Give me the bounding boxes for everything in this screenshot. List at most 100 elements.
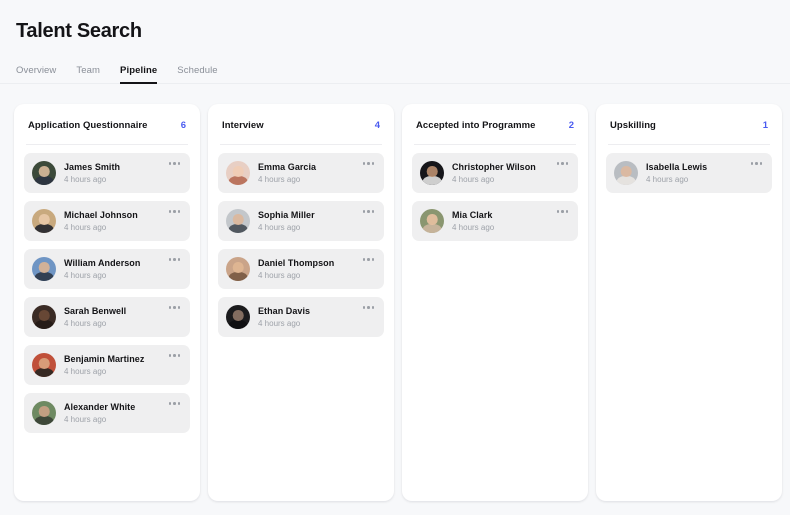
- candidate-name: Mia Clark: [452, 210, 493, 220]
- more-options-icon[interactable]: [167, 400, 183, 407]
- more-options-icon[interactable]: [167, 160, 183, 167]
- candidate-meta: Daniel Thompson 4 hours ago: [258, 257, 334, 281]
- more-options-icon[interactable]: [361, 304, 377, 311]
- candidate-timestamp: 4 hours ago: [646, 175, 689, 184]
- more-options-icon[interactable]: [167, 208, 183, 215]
- more-options-icon[interactable]: [167, 352, 183, 359]
- candidate-timestamp: 4 hours ago: [258, 175, 301, 184]
- tab-bar: Overview Team Pipeline Schedule: [0, 58, 790, 84]
- app-page: Talent Search Overview Team Pipeline Schedu…: [0, 0, 790, 515]
- candidate-name: Benjamin Martinez: [64, 354, 145, 364]
- column-title: Interview: [222, 119, 264, 131]
- candidate-name: Michael Johnson: [64, 210, 138, 220]
- column-count-badge: 4: [374, 119, 380, 131]
- candidate-card[interactable]: Michael Johnson 4 hours ago: [24, 201, 190, 241]
- candidate-card[interactable]: Emma Garcia 4 hours ago: [218, 153, 384, 193]
- candidate-name: Isabella Lewis: [646, 162, 708, 172]
- candidate-meta: Sophia Miller 4 hours ago: [258, 209, 315, 233]
- candidate-meta: Benjamin Martinez 4 hours ago: [64, 353, 144, 377]
- candidate-timestamp: 4 hours ago: [452, 175, 495, 184]
- more-options-icon[interactable]: [555, 208, 571, 215]
- avatar: [614, 161, 638, 185]
- candidate-timestamp: 4 hours ago: [64, 175, 107, 184]
- page-title: Talent Search: [16, 20, 142, 42]
- more-options-icon[interactable]: [361, 208, 377, 215]
- candidate-card[interactable]: Isabella Lewis 4 hours ago: [606, 153, 772, 193]
- column-divider: [414, 144, 576, 145]
- candidate-timestamp: 4 hours ago: [452, 223, 495, 232]
- tab-team[interactable]: Team: [76, 65, 100, 84]
- column-count-badge: 6: [180, 119, 186, 131]
- card-list: Christopher Wilson 4 hours ago Mia Clark 4 …: [412, 153, 578, 241]
- tab-overview[interactable]: Overview: [16, 65, 56, 84]
- candidate-name: Sophia Miller: [258, 210, 315, 220]
- column-divider: [220, 144, 382, 145]
- candidate-timestamp: 4 hours ago: [64, 415, 107, 424]
- avatar: [32, 257, 56, 281]
- candidate-meta: Sarah Benwell 4 hours ago: [64, 305, 126, 329]
- column-header: Accepted into Programme 2: [412, 116, 578, 134]
- candidate-timestamp: 4 hours ago: [64, 367, 107, 376]
- candidate-timestamp: 4 hours ago: [258, 319, 301, 328]
- column-divider: [608, 144, 770, 145]
- more-options-icon[interactable]: [749, 160, 765, 167]
- candidate-card[interactable]: Benjamin Martinez 4 hours ago: [24, 345, 190, 385]
- candidate-name: Emma Garcia: [258, 162, 317, 172]
- avatar: [32, 161, 56, 185]
- more-options-icon[interactable]: [167, 256, 183, 263]
- more-options-icon[interactable]: [361, 160, 377, 167]
- candidate-meta: Isabella Lewis 4 hours ago: [646, 161, 707, 185]
- candidate-name: Ethan Davis: [258, 306, 311, 316]
- column-count-badge: 2: [568, 119, 574, 131]
- candidate-timestamp: 4 hours ago: [64, 319, 107, 328]
- more-options-icon[interactable]: [555, 160, 571, 167]
- candidate-timestamp: 4 hours ago: [258, 271, 301, 280]
- candidate-name: Alexander White: [64, 402, 136, 412]
- avatar: [420, 161, 444, 185]
- avatar: [420, 209, 444, 233]
- column-title: Upskilling: [610, 119, 656, 131]
- more-options-icon[interactable]: [167, 304, 183, 311]
- candidate-name: William Anderson: [64, 258, 141, 268]
- column-count-badge: 1: [762, 119, 768, 131]
- board-column: Accepted into Programme 2 Christopher Wils…: [402, 104, 588, 501]
- candidate-meta: Emma Garcia 4 hours ago: [258, 161, 316, 185]
- avatar: [226, 161, 250, 185]
- candidate-name: Sarah Benwell: [64, 306, 127, 316]
- candidate-meta: Christopher Wilson 4 hours ago: [452, 161, 536, 185]
- column-header: Upskilling 1: [606, 116, 772, 134]
- card-list: Isabella Lewis 4 hours ago: [606, 153, 772, 193]
- column-divider: [26, 144, 188, 145]
- candidate-card[interactable]: Sarah Benwell 4 hours ago: [24, 297, 190, 337]
- candidate-card[interactable]: Christopher Wilson 4 hours ago: [412, 153, 578, 193]
- column-header: Application Questionnaire 6: [24, 116, 190, 134]
- candidate-card[interactable]: James Smith 4 hours ago: [24, 153, 190, 193]
- candidate-meta: William Anderson 4 hours ago: [64, 257, 140, 281]
- column-title: Accepted into Programme: [416, 119, 536, 131]
- avatar: [32, 209, 56, 233]
- board-column: Upskilling 1 Isabella Lewis 4 hours ago: [596, 104, 782, 501]
- column-header: Interview 4: [218, 116, 384, 134]
- candidate-name: Daniel Thompson: [258, 258, 335, 268]
- tab-schedule[interactable]: Schedule: [177, 65, 217, 84]
- candidate-card[interactable]: Ethan Davis 4 hours ago: [218, 297, 384, 337]
- candidate-card[interactable]: William Anderson 4 hours ago: [24, 249, 190, 289]
- candidate-timestamp: 4 hours ago: [64, 223, 107, 232]
- avatar: [32, 305, 56, 329]
- candidate-card[interactable]: Daniel Thompson 4 hours ago: [218, 249, 384, 289]
- board-column: Interview 4 Emma Garcia 4 hours ago Sophia M…: [208, 104, 394, 501]
- candidate-timestamp: 4 hours ago: [64, 271, 107, 280]
- column-title: Application Questionnaire: [28, 119, 148, 131]
- tab-pipeline[interactable]: Pipeline: [120, 65, 158, 84]
- candidate-meta: Alexander White 4 hours ago: [64, 401, 135, 425]
- candidate-card[interactable]: Sophia Miller 4 hours ago: [218, 201, 384, 241]
- avatar: [32, 353, 56, 377]
- card-list: James Smith 4 hours ago Michael Johnson 4 h…: [24, 153, 190, 433]
- avatar: [32, 401, 56, 425]
- candidate-card[interactable]: Mia Clark 4 hours ago: [412, 201, 578, 241]
- candidate-name: James Smith: [64, 162, 121, 172]
- candidate-meta: Ethan Davis 4 hours ago: [258, 305, 310, 329]
- candidate-card[interactable]: Alexander White 4 hours ago: [24, 393, 190, 433]
- more-options-icon[interactable]: [361, 256, 377, 263]
- page-header: Talent Search Overview Team Pipeline Schedu…: [0, 0, 790, 84]
